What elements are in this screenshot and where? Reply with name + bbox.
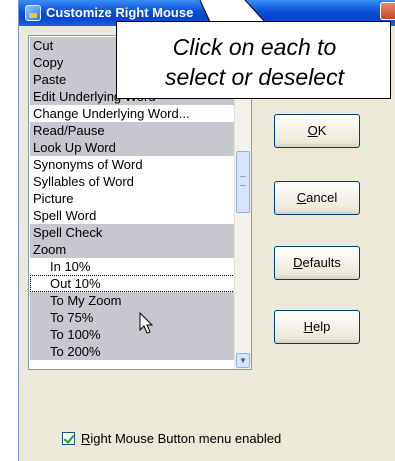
list-item[interactable]: Out 10% <box>30 275 235 292</box>
help-mnemonic: H <box>303 319 314 334</box>
cancel-label: ancel <box>306 190 338 205</box>
checkbox-mnemonic: R <box>81 431 91 446</box>
list-item[interactable]: Spell Check <box>30 224 235 241</box>
right-mouse-enabled-option[interactable]: Right Mouse Button menu enabled <box>62 431 281 446</box>
list-item[interactable]: Change Underlying Word... <box>30 105 235 122</box>
list-item[interactable]: Zoom <box>30 241 235 258</box>
ok-mnemonic: O <box>307 123 318 138</box>
list-item[interactable]: Synonyms of Word <box>30 156 235 173</box>
ok-label: K <box>317 123 327 138</box>
checkbox-label-text: ight Mouse Button menu enabled <box>90 431 282 446</box>
right-mouse-enabled-checkbox[interactable] <box>62 432 75 445</box>
help-button[interactable]: Help <box>274 310 360 344</box>
list-item[interactable]: To My Zoom <box>30 292 235 309</box>
cancel-button[interactable]: Cancel <box>274 181 360 215</box>
defaults-button[interactable]: Defaults <box>274 246 360 280</box>
list-item[interactable]: In 10% <box>30 258 235 275</box>
list-item[interactable]: To 75% <box>30 309 235 326</box>
right-mouse-enabled-label: Right Mouse Button menu enabled <box>81 431 281 446</box>
defaults-mnemonic: D <box>293 255 303 270</box>
callout-line-1: Click on each to <box>172 34 337 60</box>
mouse-pointer-icon <box>139 312 154 334</box>
cancel-mnemonic: C <box>296 190 307 205</box>
list-item[interactable]: Read/Pause <box>30 122 235 139</box>
list-item[interactable]: To 200% <box>30 343 235 360</box>
instruction-callout: Click on each to select or deselect <box>116 21 391 99</box>
list-item[interactable]: Picture <box>30 190 235 207</box>
list-item[interactable]: Look Up Word <box>30 139 235 156</box>
list-item[interactable]: To 100% <box>30 326 235 343</box>
scrollbar-thumb[interactable] <box>236 151 250 213</box>
help-label: elp <box>313 319 331 334</box>
defaults-label: efaults <box>302 255 341 270</box>
ok-button[interactable]: OK <box>274 114 360 148</box>
list-item[interactable]: Syllables of Word <box>30 173 235 190</box>
list-item[interactable]: Spell Word <box>30 207 235 224</box>
scroll-down-arrow-icon[interactable]: ▼ <box>236 353 250 368</box>
callout-line-2: select or deselect <box>165 64 344 90</box>
